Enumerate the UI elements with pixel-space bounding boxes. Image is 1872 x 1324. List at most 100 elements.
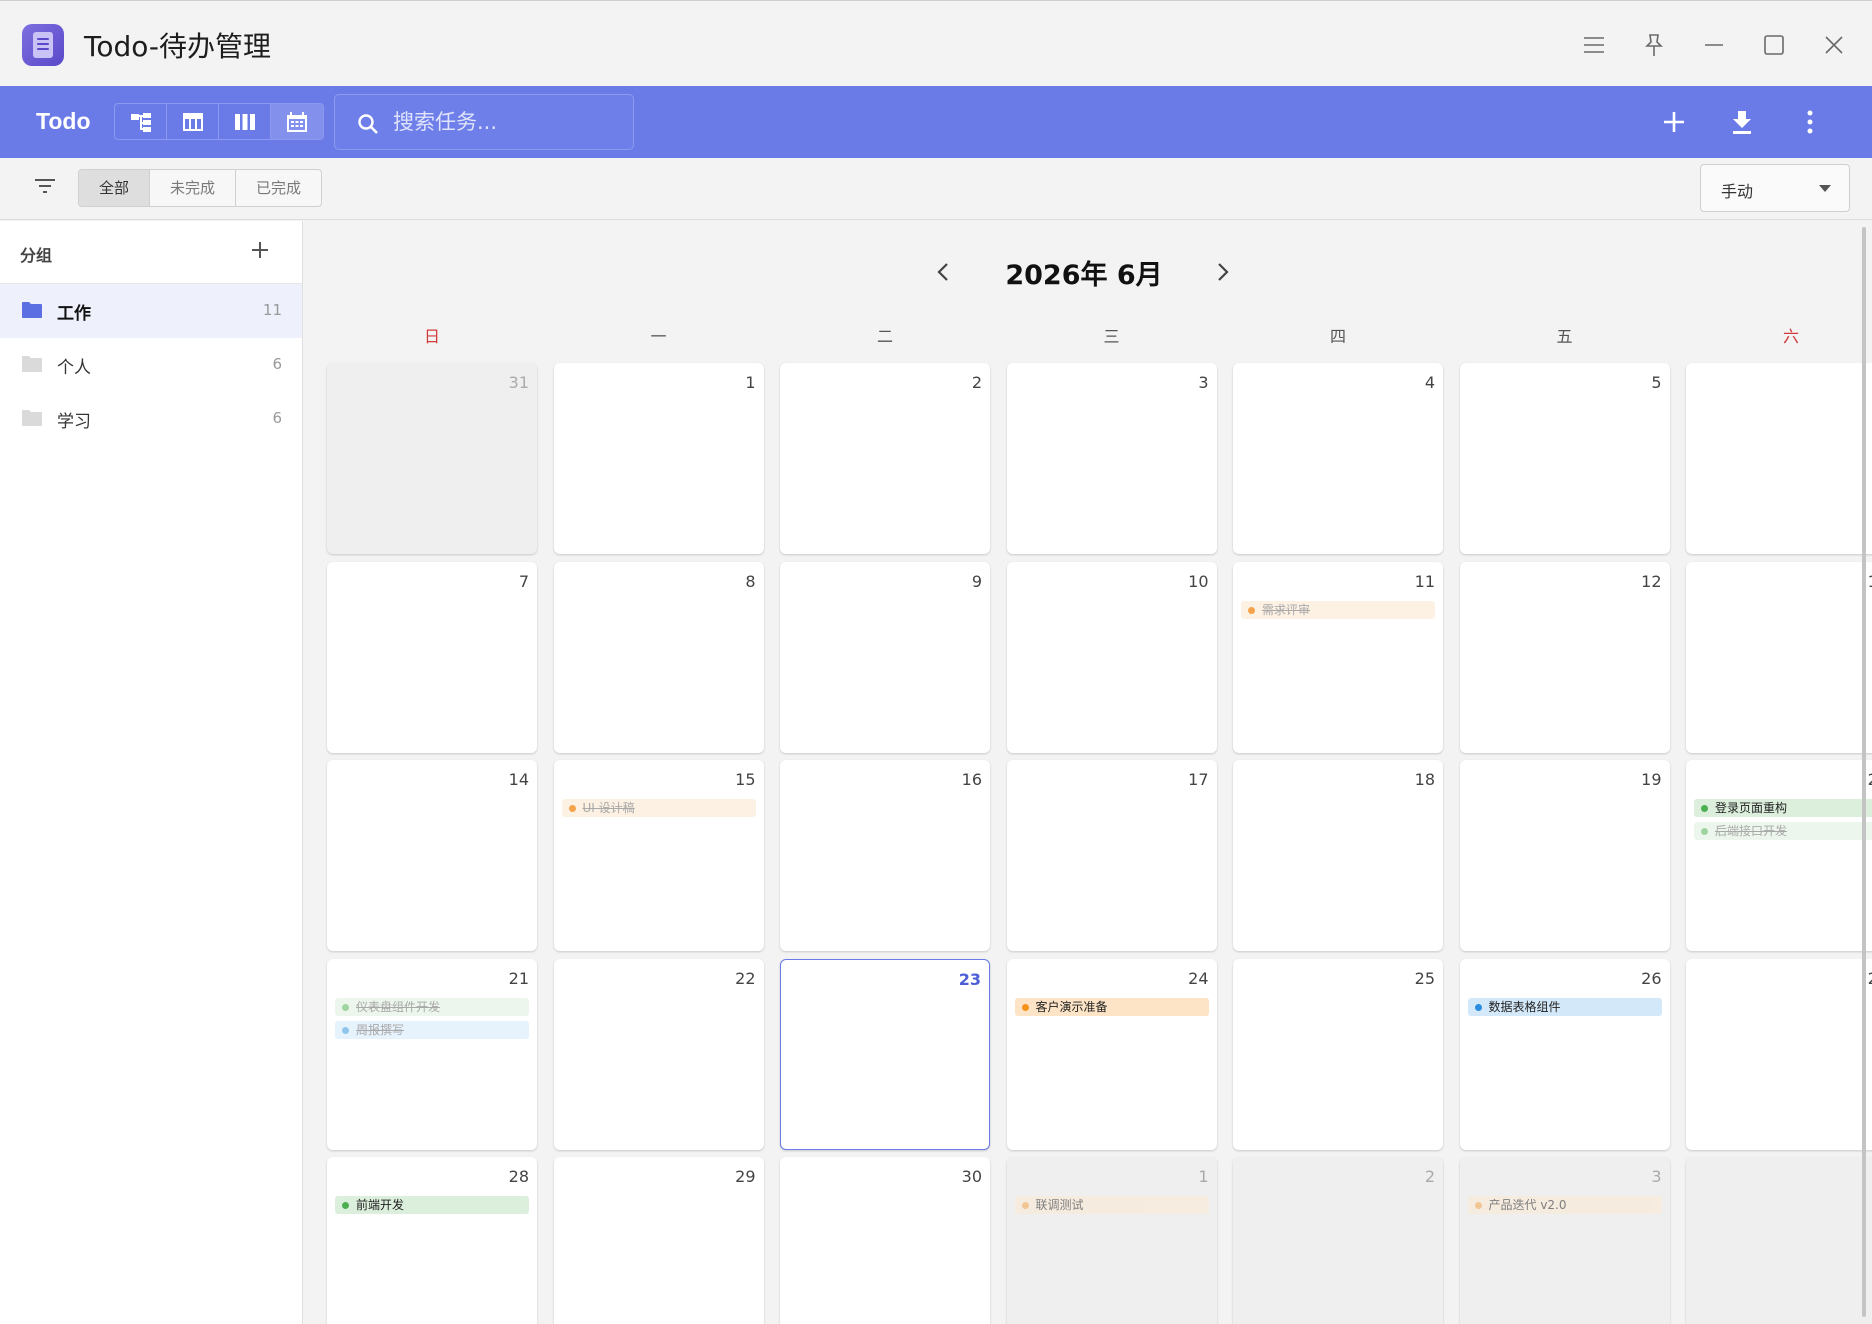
- day-number: 28: [508, 1167, 529, 1186]
- calendar-day[interactable]: 1 联调测试: [1006, 1157, 1217, 1324]
- task-chip[interactable]: 数据表格组件: [1467, 997, 1662, 1016]
- calendar-day[interactable]: 28 前端开发: [327, 1157, 537, 1324]
- add-task-button[interactable]: [1658, 106, 1690, 138]
- calendar-day[interactable]: 1: [553, 363, 764, 554]
- task-chip[interactable]: UI 设计稿: [561, 799, 756, 817]
- filter-tab-completed[interactable]: 已完成: [236, 170, 321, 206]
- calendar-day[interactable]: 17: [1006, 760, 1217, 951]
- status-filter: 全部 未完成 已完成: [78, 169, 323, 207]
- calendar-day[interactable]: 8: [553, 561, 764, 753]
- month-title: 2026年 6月: [1005, 260, 1163, 291]
- calendar-day[interactable]: 22: [553, 958, 764, 1150]
- filter-tab-incomplete[interactable]: 未完成: [150, 170, 237, 206]
- minimize-button[interactable]: [1694, 25, 1734, 65]
- calendar-day-today[interactable]: 23: [780, 958, 990, 1150]
- day-number: 17: [1188, 770, 1209, 789]
- day-number: 18: [1414, 770, 1435, 789]
- day-number: 30: [961, 1167, 982, 1186]
- calendar-day[interactable]: 24 客户演示准备: [1006, 958, 1217, 1150]
- day-number: 20: [1868, 770, 1872, 789]
- chevron-left-icon: [937, 263, 948, 281]
- menu-icon[interactable]: [1574, 25, 1614, 65]
- calendar-day[interactable]: 30: [780, 1157, 990, 1324]
- day-number: 1: [745, 373, 756, 392]
- calendar-day[interactable]: 2: [1233, 1157, 1443, 1324]
- task-chip[interactable]: 仪表盘组件开发: [335, 997, 529, 1016]
- calendar-day[interactable]: 7: [327, 561, 537, 753]
- task-chip[interactable]: 前端开发: [335, 1196, 529, 1214]
- calendar-day[interactable]: 3: [1006, 363, 1217, 554]
- filter-icon[interactable]: [34, 178, 56, 198]
- chevron-right-icon: [1218, 263, 1229, 281]
- calendar-day[interactable]: 31: [327, 363, 537, 554]
- calendar-day[interactable]: 11 需求评审: [1233, 561, 1443, 753]
- calendar-day[interactable]: 19: [1459, 760, 1670, 951]
- task-chip[interactable]: 产品迭代 v2.0: [1467, 1196, 1662, 1214]
- calendar-scrollbar[interactable]: [1862, 221, 1868, 1324]
- calendar-view-button[interactable]: [271, 104, 323, 139]
- calendar-day[interactable]: 4: [1686, 1157, 1872, 1324]
- folder-icon: [22, 356, 42, 372]
- task-chip[interactable]: 客户演示准备: [1014, 997, 1209, 1016]
- maximize-button[interactable]: [1754, 25, 1794, 65]
- calendar-day[interactable]: 16: [780, 760, 990, 951]
- task-chip[interactable]: 登录页面重构: [1694, 799, 1872, 817]
- day-number: 5: [1651, 373, 1662, 392]
- calendar-day[interactable]: 14: [327, 760, 537, 951]
- calendar-day[interactable]: 20 登录页面重构后端接口开发: [1686, 760, 1872, 951]
- calendar-day[interactable]: 21 仪表盘组件开发 周报撰写: [327, 958, 537, 1150]
- calendar-day[interactable]: 2: [780, 363, 990, 554]
- pin-icon[interactable]: [1634, 25, 1674, 65]
- sidebar-item-personal[interactable]: 个人 6: [0, 338, 302, 392]
- calendar-day[interactable]: 18: [1233, 760, 1443, 951]
- calendar-day[interactable]: 6: [1686, 363, 1872, 554]
- calendar-day[interactable]: 26 数据表格组件: [1459, 958, 1670, 1150]
- calendar-day[interactable]: 3 产品迭代 v2.0: [1459, 1157, 1670, 1324]
- weekday-label: 二: [876, 327, 893, 346]
- group-sidebar: 分组 工作 11 个人 6 学习 6: [0, 221, 303, 1324]
- next-month-button[interactable]: [1208, 257, 1238, 287]
- calendar-day[interactable]: 12: [1459, 561, 1670, 753]
- sort-select[interactable]: 手动: [1700, 164, 1850, 212]
- search-input[interactable]: [393, 105, 613, 139]
- filter-tab-all[interactable]: 全部: [79, 170, 151, 206]
- group-count: 11: [262, 301, 282, 319]
- day-number: 2: [1424, 1167, 1435, 1186]
- folder-icon: [22, 302, 42, 318]
- previous-month-button[interactable]: [928, 257, 958, 287]
- calendar-day[interactable]: 15 UI 设计稿: [553, 760, 764, 951]
- day-number: 3: [1198, 373, 1209, 392]
- calendar-day[interactable]: 4: [1233, 363, 1443, 554]
- table-view-button[interactable]: [167, 104, 219, 139]
- task-chip[interactable]: 需求评审: [1241, 600, 1435, 619]
- task-chip[interactable]: 联调测试: [1014, 1196, 1209, 1214]
- more-options-button[interactable]: [1794, 106, 1826, 138]
- download-button[interactable]: [1726, 106, 1758, 138]
- tree-view-icon: [130, 112, 151, 132]
- calendar-day[interactable]: 9: [780, 561, 990, 753]
- task-chip[interactable]: 后端接口开发: [1694, 822, 1872, 840]
- calendar-day[interactable]: 10: [1006, 561, 1217, 753]
- board-view-button[interactable]: [219, 104, 271, 139]
- sidebar-item-study[interactable]: 学习 6: [0, 392, 302, 446]
- brand-label: Todo: [36, 108, 91, 134]
- calendar-view-icon: [287, 111, 307, 132]
- tree-view-button[interactable]: [115, 104, 167, 139]
- calendar-day[interactable]: 5: [1459, 363, 1670, 554]
- weekday-header: 日一二三四五六: [327, 323, 1842, 353]
- close-button[interactable]: [1814, 25, 1854, 65]
- calendar-day[interactable]: 27: [1686, 958, 1872, 1150]
- sidebar-item-work[interactable]: 工作 11: [0, 284, 302, 338]
- calendar-day[interactable]: 29: [553, 1157, 764, 1324]
- app-logo-icon: [22, 24, 64, 66]
- scrollbar-thumb[interactable]: [1862, 227, 1866, 1317]
- filter-bar: 全部 未完成 已完成 手动: [0, 158, 1872, 220]
- add-group-button[interactable]: [250, 240, 270, 264]
- calendar-day[interactable]: 13: [1686, 561, 1872, 753]
- main-toolbar: Todo: [0, 86, 1872, 158]
- day-number: 22: [735, 968, 756, 988]
- calendar-day[interactable]: 25: [1233, 958, 1443, 1150]
- day-number: 16: [961, 770, 982, 789]
- plus-icon: [1664, 112, 1684, 132]
- task-chip[interactable]: 周报撰写: [335, 1020, 529, 1039]
